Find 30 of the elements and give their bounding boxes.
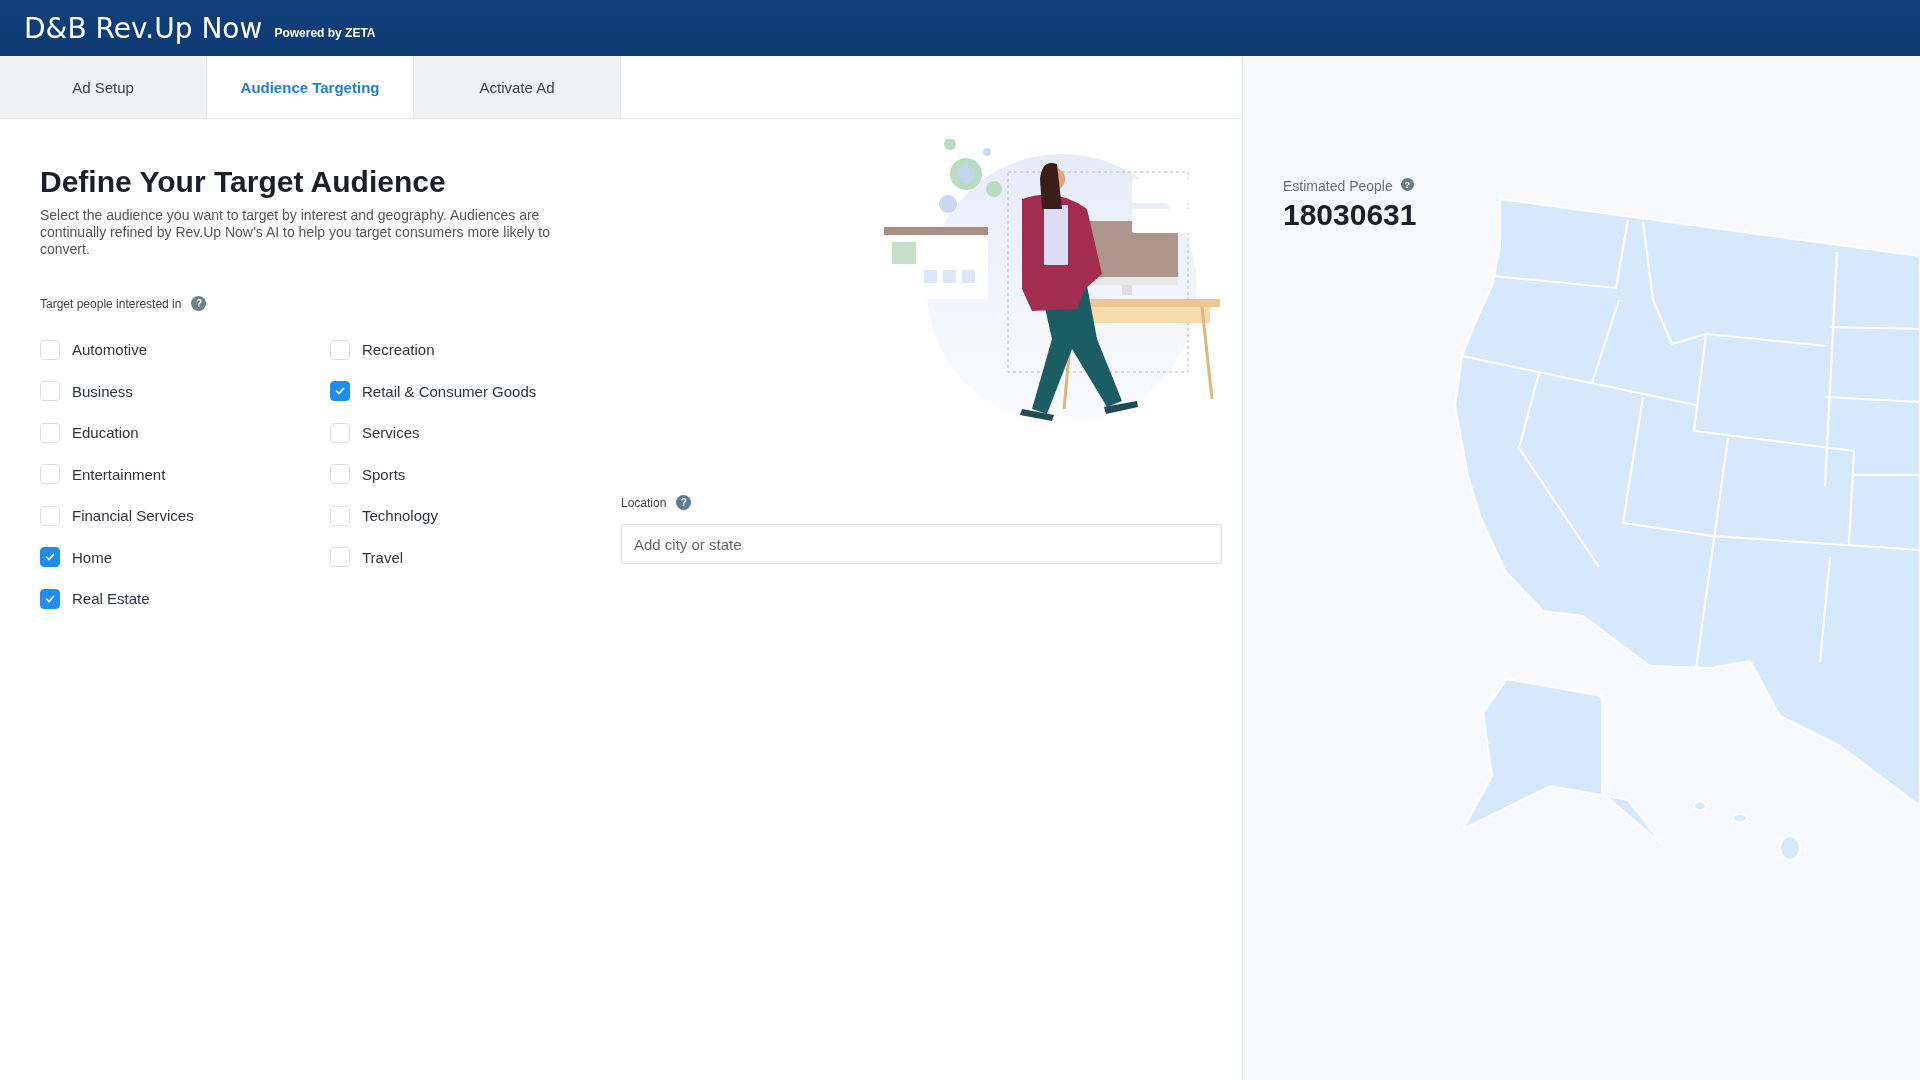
- checkbox-label[interactable]: Real Estate: [72, 590, 150, 608]
- help-icon[interactable]: ?: [676, 495, 692, 510]
- app-logo: D&B Rev.Up Now: [24, 11, 263, 45]
- checkbox-label[interactable]: Retail & Consumer Goods: [362, 382, 537, 400]
- estimated-people-count: 18030631: [1282, 198, 1418, 232]
- checkbox[interactable]: [330, 381, 350, 402]
- checkbox-label[interactable]: Education: [72, 424, 139, 442]
- checkbox-label[interactable]: Recreation: [362, 341, 435, 359]
- checkbox[interactable]: [40, 547, 60, 568]
- checkbox-label[interactable]: Business: [72, 382, 133, 400]
- interests-label: Target people interested in: [40, 296, 182, 311]
- checkbox-label[interactable]: Automotive: [72, 341, 148, 359]
- location-label: Location: [621, 495, 667, 510]
- tab[interactable]: Activate Ad: [414, 56, 621, 118]
- checkbox-label[interactable]: Home: [72, 548, 112, 566]
- help-icon[interactable]: ?: [1400, 178, 1414, 191]
- checkbox-label[interactable]: Entertainment: [72, 465, 166, 483]
- description-text: Select the audience you want to target by interest and geography. Audiences are continually refined by Rev.Up Now’s AI to help you target consumers more likely to convert.: [40, 207, 551, 258]
- checkbox-label[interactable]: Technology: [362, 507, 438, 525]
- estimated-people-label: Estimated People: [1283, 178, 1393, 194]
- checkbox-label[interactable]: Travel: [362, 548, 404, 566]
- checkbox[interactable]: [40, 588, 60, 609]
- checkbox-label[interactable]: Sports: [362, 465, 406, 483]
- help-icon[interactable]: ?: [191, 296, 207, 311]
- location-input[interactable]: Add city or state: [621, 524, 1222, 564]
- powered-by-text: Powered by ZETA: [274, 26, 376, 40]
- page-title: Define Your Target Audience: [40, 165, 447, 199]
- tab[interactable]: Ad Setup: [0, 56, 207, 118]
- checkbox-label[interactable]: Financial Services: [72, 507, 194, 525]
- checkbox-label[interactable]: Services: [362, 424, 420, 442]
